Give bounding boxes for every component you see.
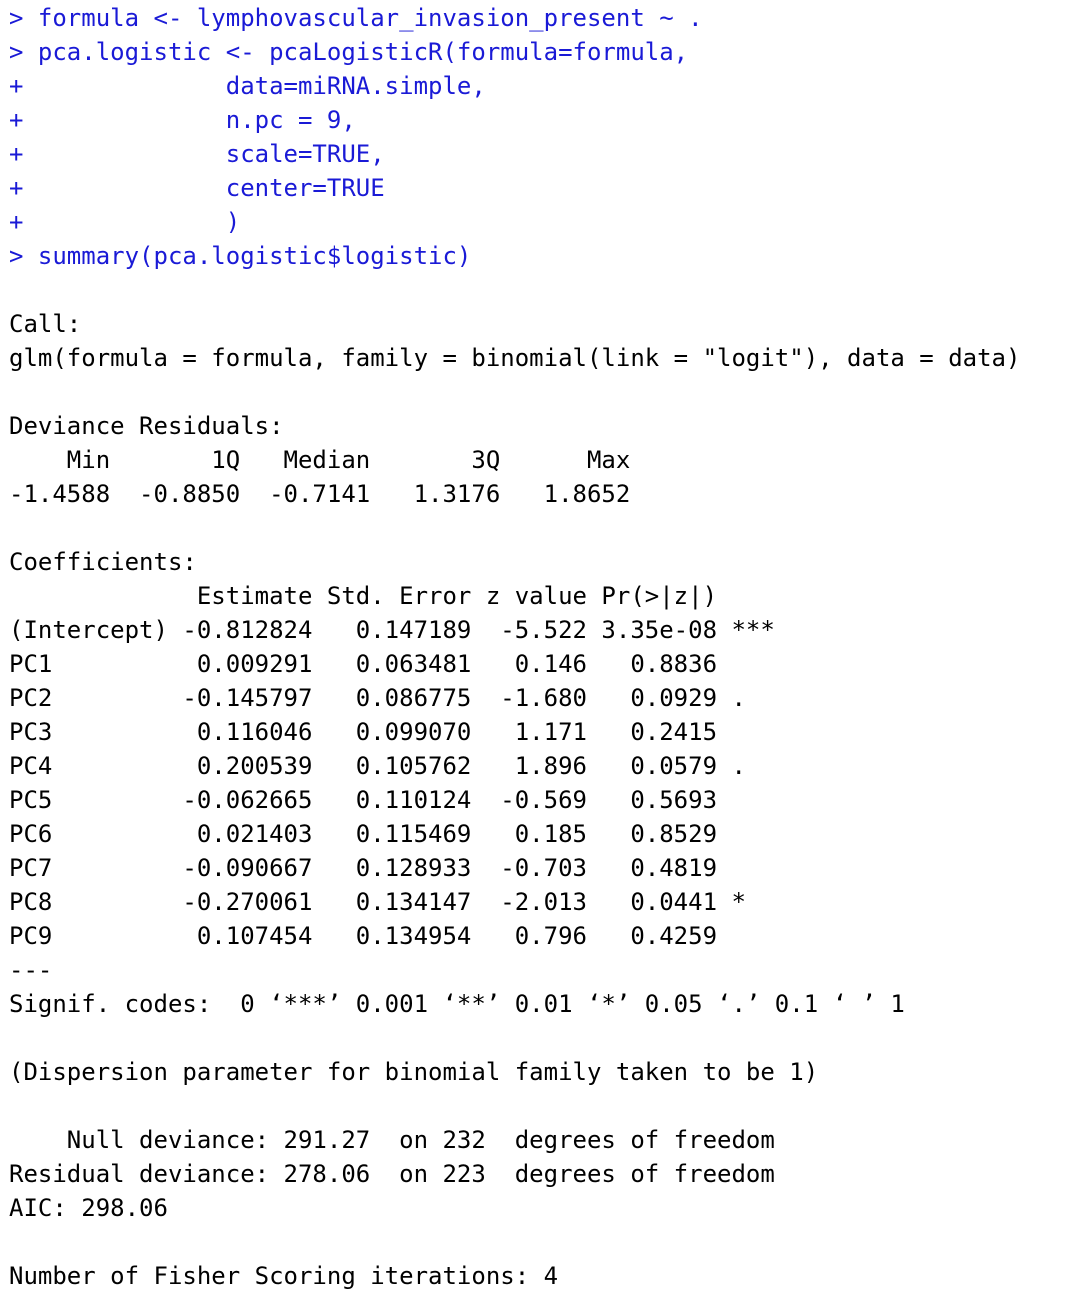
console-input-line: + data=miRNA.simple, (9, 72, 486, 100)
console-input-line: + scale=TRUE, (9, 140, 385, 168)
coefficients-row: PC3 0.116046 0.099070 1.171 0.2415 (9, 718, 775, 746)
console-input-line: > formula <- lymphovascular_invasion_pre… (9, 4, 703, 32)
deviance-residuals-header: Min 1Q Median 3Q Max (9, 446, 660, 474)
console-output-blank (9, 1021, 1071, 1055)
coefficients-row: PC4 0.200539 0.105762 1.896 0.0579 . (9, 752, 775, 780)
console-output-blank (9, 511, 1071, 545)
console-input-line: + center=TRUE (9, 174, 385, 202)
coefficients-row: PC7 -0.090667 0.128933 -0.703 0.4819 (9, 854, 775, 882)
aic-value: AIC: 298.06 (9, 1194, 168, 1222)
null-deviance: Null deviance: 291.27 on 232 degrees of … (9, 1126, 775, 1154)
residual-deviance: Residual deviance: 278.06 on 223 degrees… (9, 1160, 775, 1188)
fisher-scoring-iterations: Number of Fisher Scoring iterations: 4 (9, 1262, 559, 1290)
coefficients-row: PC8 -0.270061 0.134147 -2.013 0.0441 * (9, 888, 775, 916)
separator-line: --- (9, 956, 53, 984)
console-output-blank (9, 1225, 1071, 1259)
coefficients-row: PC1 0.009291 0.063481 0.146 0.8836 (9, 650, 775, 678)
console-input-line: + ) (9, 208, 241, 236)
dispersion-note: (Dispersion parameter for binomial famil… (9, 1058, 819, 1086)
console-input-line: > summary(pca.logistic$logistic) (9, 242, 472, 270)
coefficients-row: PC6 0.021403 0.115469 0.185 0.8529 (9, 820, 775, 848)
console-output-blank (9, 273, 1071, 307)
console-input-line: + n.pc = 9, (9, 106, 356, 134)
coefficients-row: (Intercept) -0.812824 0.147189 -5.522 3.… (9, 616, 775, 644)
call-formula: glm(formula = formula, family = binomial… (9, 344, 1021, 372)
coefficients-row: PC9 0.107454 0.134954 0.796 0.4259 (9, 922, 775, 950)
call-heading: Call: (9, 310, 82, 338)
signif-codes: Signif. codes: 0 ‘***’ 0.001 ‘**’ 0.01 ‘… (9, 990, 905, 1018)
coefficients-row: PC2 -0.145797 0.086775 -1.680 0.0929 . (9, 684, 775, 712)
console-input-line: > pca.logistic <- pcaLogisticR(formula=f… (9, 38, 689, 66)
coefficients-header: Estimate Std. Error z value Pr(>|z|) (9, 582, 775, 610)
console-output-blank (9, 1089, 1071, 1123)
r-console[interactable]: > formula <- lymphovascular_invasion_pre… (0, 1, 1071, 1310)
deviance-residuals-values: -1.4588 -0.8850 -0.7141 1.3176 1.8652 (9, 480, 660, 508)
coefficients-row: PC5 -0.062665 0.110124 -0.569 0.5693 (9, 786, 775, 814)
console-output-blank (9, 375, 1071, 409)
coefficients-heading: Coefficients: (9, 548, 197, 576)
deviance-residuals-heading: Deviance Residuals: (9, 412, 284, 440)
